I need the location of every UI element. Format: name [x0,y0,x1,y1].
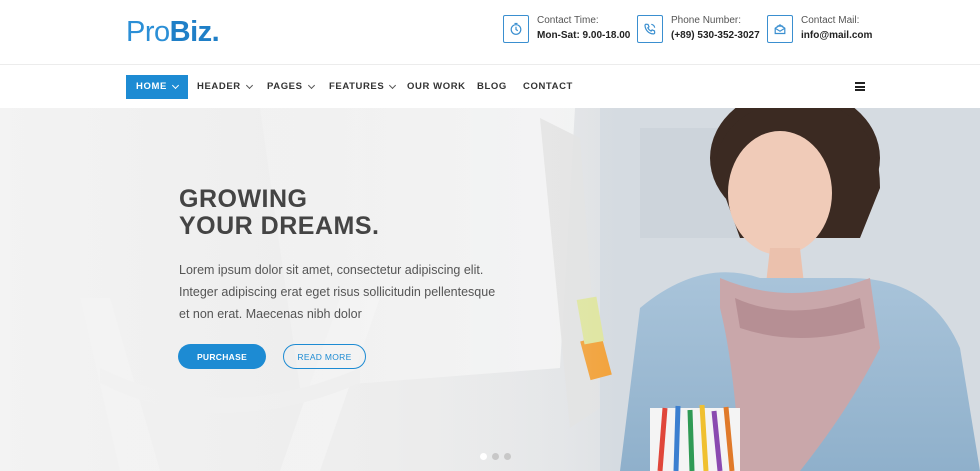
top-header: ProBiz. Contact Time: Mon-Sat: 9.00-18.0… [0,0,980,65]
phone-icon [637,15,663,43]
nav-item-features-label: FEATURES [329,81,385,92]
clock-icon [503,15,529,43]
logo-part-pro: Pro [126,16,170,48]
nav-item-blog-label: BLOG [477,81,507,92]
hero-title: GROWING YOUR DREAMS. [179,186,379,240]
nav-item-pages-label: PAGES [267,81,303,92]
nav-item-our-work-label: OUR WORK [407,81,466,92]
hero-title-line1: GROWING [179,185,308,213]
nav-item-home[interactable]: HOME [126,75,188,99]
slide-dot-3[interactable] [504,453,511,460]
nav-item-header[interactable]: HEADER [197,75,253,99]
contact-phone-label: Phone Number: [671,15,742,26]
read-more-button[interactable]: READ MORE [283,344,366,369]
chevron-down-icon [389,81,397,89]
nav-item-pages[interactable]: PAGES [267,75,315,99]
chevron-down-icon [171,81,179,89]
contact-mail-label: Contact Mail: [801,15,860,26]
logo-part-biz: Biz [169,16,213,48]
nav-item-our-work[interactable]: OUR WORK [407,75,466,99]
logo-dot: . [211,16,220,48]
nav-item-features[interactable]: FEATURES [329,75,397,99]
chevron-down-icon [245,81,253,89]
hero-description: Lorem ipsum dolor sit amet, consectetur … [179,263,496,321]
mail-icon [767,15,793,43]
hero-slider: GROWING YOUR DREAMS. Lorem ipsum dolor s… [0,108,980,471]
logo[interactable]: ProBiz. [126,14,220,50]
hamburger-icon[interactable] [855,82,865,91]
slide-dot-1[interactable] [480,453,487,460]
slide-dot-2[interactable] [492,453,499,460]
purchase-button[interactable]: PURCHASE [178,344,266,369]
hero-title-line2: YOUR DREAMS. [179,212,380,240]
contact-time-value: Mon-Sat: 9.00-18.00 [537,30,631,41]
nav-item-contact-label: CONTACT [523,81,573,92]
chevron-down-icon [307,81,315,89]
nav-item-blog[interactable]: BLOG [477,75,507,99]
contact-mail-value[interactable]: info@mail.com [801,30,872,41]
nav-item-home-label: HOME [136,81,167,92]
nav-item-header-label: HEADER [197,81,241,92]
nav-item-contact[interactable]: CONTACT [523,75,573,99]
contact-time-label: Contact Time: [537,15,599,26]
slider-pagination [480,453,511,460]
contact-phone-value[interactable]: (+89) 530-352-3027 [671,30,760,41]
main-nav: HOME HEADER PAGES FEATURES OUR WORK BLOG… [0,66,980,108]
